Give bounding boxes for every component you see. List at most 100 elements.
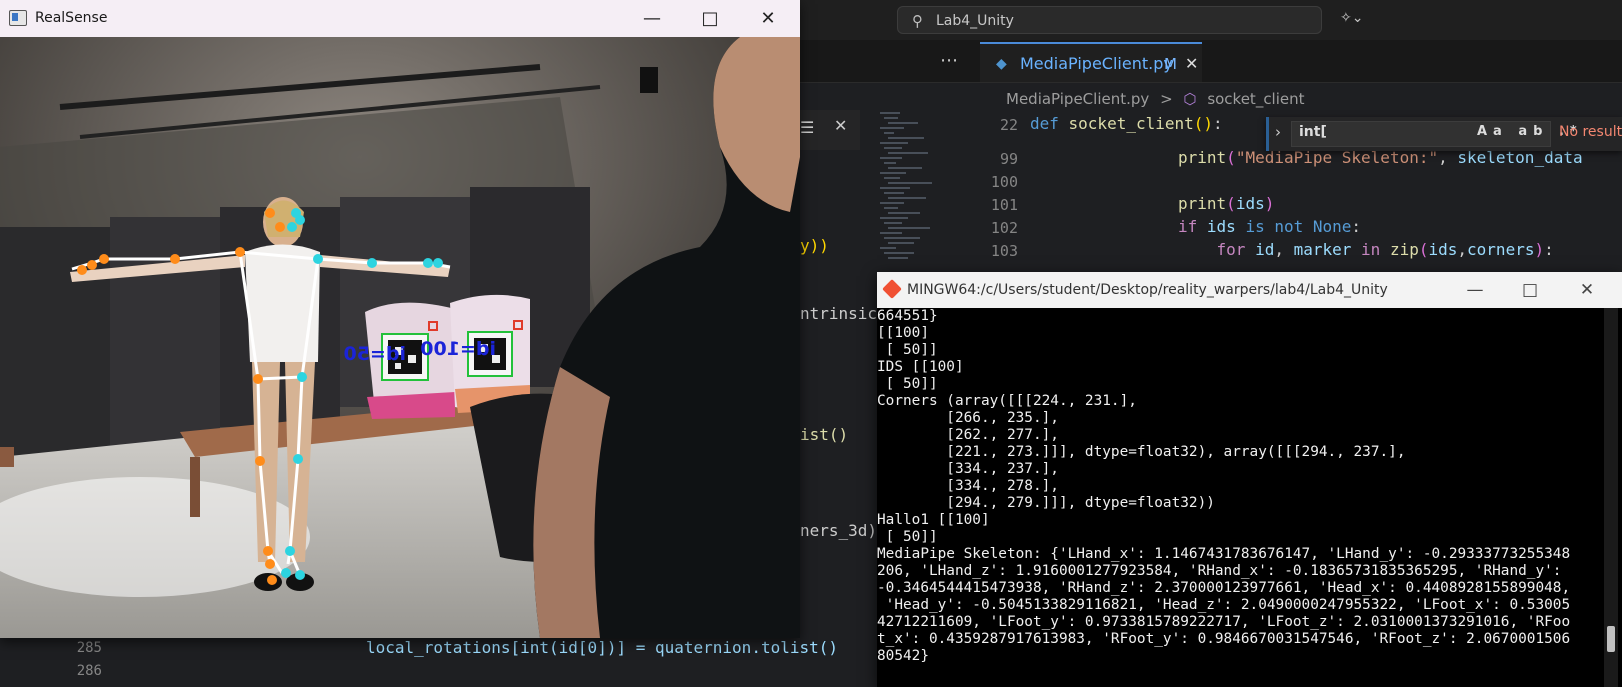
collapse-icon[interactable]: ☰ <box>800 118 814 137</box>
minimize-icon[interactable]: — <box>632 0 672 37</box>
minimap-line <box>888 257 908 259</box>
minimap-line <box>880 157 902 159</box>
editor-tab-bar <box>800 40 1622 83</box>
realsense-titlebar[interactable]: RealSense — □ ✕ <box>0 0 800 37</box>
command-center-text: Lab4_Unity <box>936 13 1014 29</box>
code-fragment: ntrinsic <box>800 304 878 323</box>
minimap-line <box>884 252 914 254</box>
minimap-line <box>884 132 894 134</box>
maximize-icon[interactable]: □ <box>1510 272 1550 308</box>
panel-header: ☰ ✕ <box>800 110 860 150</box>
minimap-line <box>884 177 900 179</box>
table-leg <box>190 457 200 517</box>
camera-frame: id=50 id=100 <box>0 37 800 638</box>
line-number: 102 <box>990 219 1018 237</box>
minimap-line <box>880 112 900 114</box>
minimap-line <box>884 117 898 119</box>
breadcrumb-separator: > <box>1160 90 1173 108</box>
code-line[interactable]: for id, marker in zip(ids,corners): <box>1178 240 1554 259</box>
terminal-line: t_x': 0.4359287917613983, 'RFoot_y': 0.9… <box>877 631 1571 647</box>
minimap-line <box>888 122 918 124</box>
code-fragment: ners_3d) <box>800 521 878 540</box>
sticky-scroll-line[interactable]: def socket_client(): <box>1030 114 1223 133</box>
copilot-icon[interactable]: ✧⌄ <box>1340 10 1376 30</box>
terminal-scrollbar[interactable] <box>1604 308 1618 687</box>
table-edge <box>0 447 14 467</box>
tab-label: MediaPipeClient.py <box>1020 54 1173 73</box>
realsense-window: RealSense — □ ✕ id=50 id=100 <box>0 0 800 638</box>
minimap-line <box>880 127 904 129</box>
minimap-line <box>888 152 928 154</box>
close-icon[interactable]: ✕ <box>748 0 788 37</box>
terminal-line: 664551} <box>877 308 938 324</box>
terminal-line: [266., 235.], <box>877 410 1059 426</box>
terminal-output[interactable]: 664551} [[100] [ 50]] IDS [[100] [ 50]] … <box>877 308 1597 687</box>
person-shirt <box>245 244 320 362</box>
terminal-line: Hallo1 [[100] <box>877 512 990 528</box>
more-actions-icon[interactable]: ⋯ <box>940 50 958 71</box>
terminal-line: [334., 278.], <box>877 478 1059 494</box>
minimap-line <box>880 142 908 144</box>
tab-mediapipeclient[interactable]: ◆ MediaPipeClient.py M ✕ <box>980 42 1202 82</box>
wall-panel <box>110 217 220 457</box>
breadcrumb-symbol[interactable]: socket_client <box>1207 90 1304 108</box>
terminal-titlebar[interactable]: MINGW64:/c/Users/student/Desktop/reality… <box>877 272 1622 308</box>
toggle-replace-icon[interactable]: › <box>1275 123 1281 141</box>
symbol-method-icon: ⬡ <box>1183 90 1197 108</box>
find-result-status: No results <box>1559 124 1622 140</box>
maximize-icon[interactable]: □ <box>690 0 730 37</box>
close-panel-icon[interactable]: ✕ <box>834 116 847 135</box>
minimap-line <box>888 212 920 214</box>
terminal-window: MINGW64:/c/Users/student/Desktop/reality… <box>877 272 1622 687</box>
terminal-line: [262., 277.], <box>877 427 1059 443</box>
close-icon[interactable]: ✕ <box>1567 272 1607 308</box>
terminal-line: 42712211609, 'LFoot_y': 0.97338157892227… <box>877 614 1571 630</box>
code-fragment: ist() <box>800 425 849 444</box>
minimap[interactable] <box>880 112 965 272</box>
python-file-icon: ◆ <box>996 56 1007 72</box>
code-line[interactable]: local_rotations[int(id[0])] = quaternion… <box>366 638 838 657</box>
minimap-line <box>880 217 908 219</box>
minimap-line <box>884 207 898 209</box>
terminal-line: [ 50]] <box>877 342 938 358</box>
line-number: 286 <box>76 663 102 679</box>
modified-badge: M <box>1164 55 1177 73</box>
marker-label-100: id=100 <box>420 338 496 360</box>
minimap-line <box>888 242 914 244</box>
breadcrumb-file[interactable]: MediaPipeClient.py <box>1006 90 1149 108</box>
marker-label-50: id=50 <box>344 343 406 365</box>
breadcrumb: MediaPipeClient.py > ⬡ socket_client <box>1006 90 1311 108</box>
minimap-line <box>884 237 920 239</box>
minimap-line <box>884 192 904 194</box>
close-tab-icon[interactable]: ✕ <box>1185 44 1198 84</box>
line-number: 22 <box>999 116 1018 134</box>
terminal-line: -0.3464544415473938, 'RHand_z': 2.370000… <box>877 580 1571 596</box>
minimap-line <box>880 187 910 189</box>
terminal-line: 206, 'LHand_z': 1.9160001277923584, 'RHa… <box>877 563 1562 579</box>
ceiling-spotlight <box>640 67 658 93</box>
line-number: 101 <box>990 196 1018 214</box>
window-title: RealSense <box>35 10 108 26</box>
terminal-line: 80542} <box>877 648 929 664</box>
find-input-value[interactable]: int[ <box>1299 124 1327 140</box>
scrollbar-thumb[interactable] <box>1607 626 1615 652</box>
code-line[interactable]: if ids is not None: <box>1178 217 1361 236</box>
minimap-line <box>888 182 932 184</box>
minimize-icon[interactable]: — <box>1455 272 1495 308</box>
terminal-line: [294., 279.]]], dtype=float32)) <box>877 495 1215 511</box>
line-number: 285 <box>76 640 102 656</box>
code-line[interactable]: print(ids) <box>1178 194 1274 213</box>
terminal-line: Corners (array([[[224., 231.], <box>877 393 1137 409</box>
terminal-line: [334., 237.], <box>877 461 1059 477</box>
minimap-line <box>884 147 902 149</box>
terminal-line: MediaPipe Skeleton: {'LHand_x': 1.146743… <box>877 546 1571 562</box>
code-fragment: y)) <box>800 236 829 255</box>
minimap-line <box>880 232 902 234</box>
minimap-line <box>884 162 896 164</box>
command-center-search[interactable]: ⚲ Lab4_Unity <box>897 6 1322 34</box>
find-widget[interactable]: › int[ Aa ab .* No results <box>1266 117 1622 151</box>
minimap-line <box>888 197 926 199</box>
terminal-line: [221., 273.]]], dtype=float32), array([[… <box>877 444 1406 460</box>
terminal-line: IDS [[100] <box>877 359 964 375</box>
marker-cell <box>408 355 416 363</box>
